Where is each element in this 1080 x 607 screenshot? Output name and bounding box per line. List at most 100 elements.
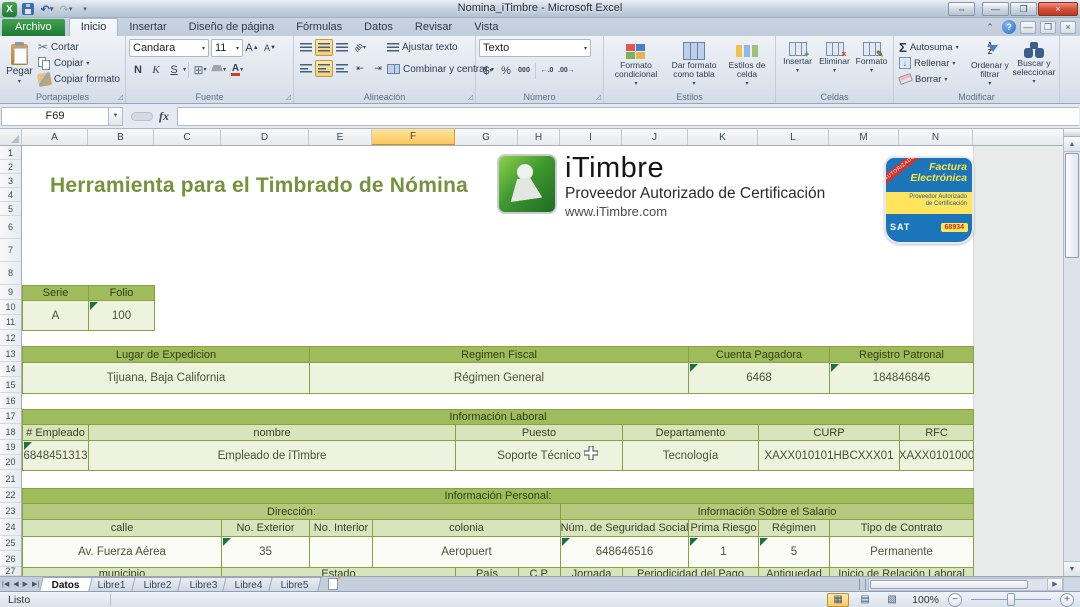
- insert-worksheet-button[interactable]: [324, 577, 342, 591]
- column-header-G[interactable]: G: [455, 129, 518, 145]
- horizontal-scrollbar[interactable]: ▶: [859, 577, 1080, 591]
- zoom-slider[interactable]: [971, 599, 1051, 600]
- shrink-font-button[interactable]: A▼: [261, 40, 279, 57]
- row-header-20[interactable]: 20: [0, 455, 21, 470]
- name-box[interactable]: F69: [1, 107, 109, 126]
- sheet-cell[interactable]: Lugar de Expedicion: [22, 346, 310, 363]
- sheet-cell[interactable]: Aeropuert: [372, 536, 561, 568]
- sheet-cell[interactable]: Prima Riesgo: [688, 519, 759, 537]
- scroll-down-arrow[interactable]: ▼: [1064, 561, 1080, 576]
- column-header-N[interactable]: N: [899, 129, 973, 145]
- sheet-cell[interactable]: Cuenta Pagadora: [688, 346, 830, 363]
- format-cells-button[interactable]: ✎ Formato▾: [853, 39, 890, 89]
- next-sheet-button[interactable]: ▶: [23, 580, 28, 588]
- row-header-24[interactable]: 24: [0, 519, 21, 536]
- sheet-cell[interactable]: 1: [688, 536, 759, 568]
- sheet-cell[interactable]: No. Exterior: [221, 519, 310, 537]
- split-handle[interactable]: [1064, 129, 1080, 137]
- sheet-cell[interactable]: # Empleado: [22, 424, 89, 441]
- first-sheet-button[interactable]: |◀: [2, 580, 9, 588]
- row-header-4[interactable]: 4: [0, 188, 21, 202]
- zoom-out-button[interactable]: −: [948, 593, 962, 607]
- row-header-14[interactable]: 14: [0, 362, 21, 377]
- sheet-cell[interactable]: País: [455, 567, 519, 576]
- format-as-table-button[interactable]: Dar formato como tabla▾: [665, 39, 723, 89]
- sheet-cell[interactable]: A: [22, 300, 89, 331]
- sheet-cell[interactable]: 5: [758, 536, 830, 568]
- decrease-decimal-button[interactable]: .00→: [556, 62, 577, 79]
- align-left-button[interactable]: [297, 60, 315, 77]
- row-header-8[interactable]: 8: [0, 262, 21, 285]
- number-dialog-launcher[interactable]: ◿: [596, 93, 601, 101]
- column-header-L[interactable]: L: [758, 129, 829, 145]
- sheet-cell[interactable]: Serie: [22, 285, 89, 301]
- number-format-select[interactable]: Texto▾: [479, 39, 591, 57]
- row-header-21[interactable]: 21: [0, 470, 21, 488]
- row-header-13[interactable]: 13: [0, 346, 21, 362]
- cut-button[interactable]: ✂Cortar: [36, 39, 122, 55]
- row-header-10[interactable]: 10: [0, 300, 21, 315]
- sheet-cell[interactable]: Tecnología: [622, 440, 759, 471]
- sheet-cell[interactable]: Dirección:: [22, 503, 561, 520]
- name-box-dropdown[interactable]: ▼: [109, 107, 123, 126]
- column-header-K[interactable]: K: [688, 129, 758, 145]
- sheet-cell[interactable]: Tipo de Contrato: [829, 519, 974, 537]
- align-right-button[interactable]: [333, 60, 351, 77]
- increase-decimal-button[interactable]: ←.0: [538, 62, 556, 79]
- sheet-cell[interactable]: 648646516: [560, 536, 689, 568]
- ribbon-tab-datos[interactable]: Datos: [353, 19, 404, 36]
- ribbon-tab-inicio[interactable]: Inicio: [69, 18, 119, 36]
- alignment-dialog-launcher[interactable]: ◿: [468, 93, 473, 101]
- sheet-tab-libre1[interactable]: Libre1: [85, 577, 138, 591]
- sort-filter-button[interactable]: AZ Ordenar y filtrar▾: [968, 39, 1012, 89]
- sheet-grid[interactable]: Herramienta para el Timbrado de Nómina i…: [22, 146, 1063, 576]
- doc-restore-button[interactable]: ❐: [1040, 21, 1056, 34]
- sheet-cell[interactable]: XAXX010101HBCXXX01: [758, 440, 900, 471]
- sheet-cell[interactable]: 6848451313: [22, 440, 89, 471]
- sheet-cell[interactable]: No. Interior: [309, 519, 373, 537]
- column-header-B[interactable]: B: [88, 129, 154, 145]
- comma-style-button[interactable]: 000: [515, 62, 533, 79]
- column-header-D[interactable]: D: [221, 129, 309, 145]
- ribbon-tab-revisar[interactable]: Revisar: [404, 19, 463, 36]
- select-all-corner[interactable]: [0, 129, 22, 145]
- column-header-H[interactable]: H: [518, 129, 560, 145]
- copy-button[interactable]: Copiar▾: [36, 55, 122, 71]
- row-header-18[interactable]: 18: [0, 424, 21, 440]
- cell-styles-button[interactable]: Estilos de celda▾: [723, 39, 771, 89]
- find-select-button[interactable]: Buscar y seleccionar▾: [1012, 39, 1056, 89]
- sheet-cell[interactable]: Información Laboral: [22, 409, 974, 425]
- sheet-cell[interactable]: Información Sobre el Salario: [560, 503, 974, 520]
- sheet-cell[interactable]: RFC: [899, 424, 974, 441]
- bold-button[interactable]: N: [129, 61, 147, 78]
- clipboard-dialog-launcher[interactable]: ◿: [118, 93, 123, 101]
- sheet-cell[interactable]: Regimen Fiscal: [309, 346, 689, 363]
- column-header-E[interactable]: E: [309, 129, 372, 145]
- underline-button[interactable]: S: [165, 61, 183, 78]
- percent-style-button[interactable]: %: [497, 62, 515, 79]
- column-header-A[interactable]: A: [22, 129, 88, 145]
- sheet-cell[interactable]: Registro Patronal: [829, 346, 974, 363]
- sheet-cell[interactable]: Av. Fuerza Aérea: [22, 536, 222, 568]
- sheet-cell[interactable]: nombre: [88, 424, 456, 441]
- sheet-tab-libre2[interactable]: Libre2: [131, 577, 184, 591]
- delete-cells-button[interactable]: × Eliminar▾: [816, 39, 853, 89]
- sheet-cell[interactable]: colonia: [372, 519, 561, 537]
- font-name-select[interactable]: Candara▾: [129, 39, 209, 57]
- last-sheet-button[interactable]: ▶|: [32, 580, 39, 588]
- decrease-indent-button[interactable]: ⇤: [351, 60, 369, 77]
- borders-button[interactable]: ⊞▾: [191, 61, 209, 78]
- sheet-tab-libre5[interactable]: Libre5: [268, 577, 321, 591]
- sheet-cell[interactable]: 184846846: [829, 362, 974, 394]
- align-bottom-button[interactable]: [333, 39, 351, 56]
- row-header-9[interactable]: 9: [0, 285, 21, 300]
- sheet-cell[interactable]: Departamento: [622, 424, 759, 441]
- doc-close-button[interactable]: ×: [1060, 21, 1076, 34]
- row-header-2[interactable]: 2: [0, 160, 21, 174]
- formula-input[interactable]: [177, 107, 1079, 126]
- autosum-button[interactable]: ΣAutosuma▾: [897, 39, 968, 55]
- row-header-15[interactable]: 15: [0, 377, 21, 393]
- horizontal-scroll-thumb[interactable]: [870, 580, 1028, 589]
- row-header-5[interactable]: 5: [0, 202, 21, 216]
- row-header-12[interactable]: 12: [0, 330, 21, 346]
